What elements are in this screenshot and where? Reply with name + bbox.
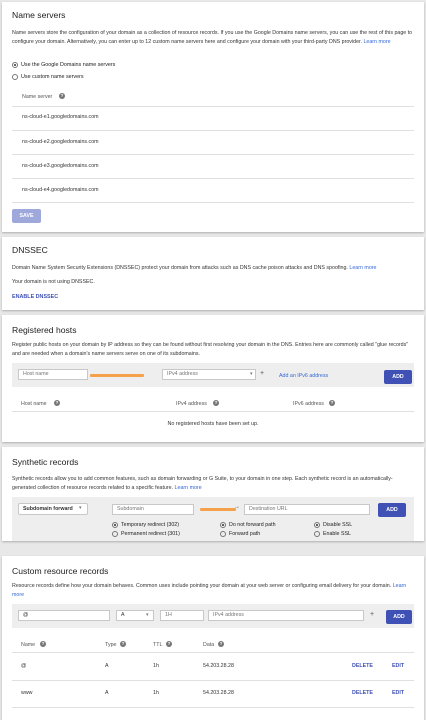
name-server-row-4: ns-cloud-e4.googledomains.com [22, 187, 99, 193]
ttl-column-header: TTL [153, 642, 163, 648]
ipv4-address-input[interactable]: IPv4 address [162, 369, 256, 380]
enable-ssl-label: Enable SSL [323, 531, 351, 537]
destination-url-input[interactable]: Destination URL [244, 504, 370, 515]
divider [12, 680, 414, 681]
add-field-plus[interactable]: + [370, 611, 374, 618]
radio-temporary-redirect[interactable] [112, 522, 118, 528]
do-not-forward-path-label: Do not forward path [229, 522, 276, 528]
chevron-down-icon: ▾ [250, 371, 253, 377]
record-type-select[interactable]: Subdomain forward ▾ [18, 503, 88, 515]
forward-path-label: Forward path [229, 531, 261, 537]
radio-do-not-forward-path[interactable] [220, 522, 226, 528]
host-name-input[interactable]: Host name [18, 369, 88, 380]
radio-custom-name-servers[interactable] [12, 74, 18, 80]
divider [12, 130, 414, 131]
name-server-column-header: Name server [22, 94, 53, 100]
divider [12, 106, 414, 107]
dnssec-description: Domain Name System Security Extensions (… [12, 265, 377, 271]
record-type-cell: A [105, 690, 109, 696]
enable-dnssec-button[interactable]: ENABLE DNSSEC [12, 294, 58, 300]
data-column-header: Data [203, 642, 215, 648]
add-host-button[interactable]: ADD [384, 370, 412, 384]
ipv4-column-header: IPv4 address [176, 401, 207, 407]
help-icon[interactable]: ? [54, 400, 60, 406]
divider [12, 154, 414, 155]
synthetic-records-title: Synthetic records [12, 457, 79, 467]
record-data-input[interactable]: IPv4 address [208, 610, 364, 621]
registered-hosts-card: Registered hosts Register public hosts o… [2, 315, 424, 442]
radio-permanent-redirect[interactable] [112, 531, 118, 537]
record-ttl-cell: 1h [153, 690, 159, 696]
synthetic-description: Synthetic records allow you to add commo… [12, 476, 393, 491]
synthetic-records-card: Synthetic records Synthetic records allo… [2, 447, 424, 541]
divider [12, 411, 414, 412]
custom-records-title: Custom resource records [12, 566, 109, 576]
chevron-down-icon: ▾ [146, 612, 149, 618]
help-icon[interactable]: ? [40, 641, 46, 647]
radio-enable-ssl[interactable] [314, 531, 320, 537]
disable-ssl-label: Disable SSL [323, 522, 353, 528]
record-name-cell: @ [21, 663, 27, 669]
help-icon[interactable]: ? [329, 400, 335, 406]
edit-record-button[interactable]: EDIT [392, 690, 404, 696]
help-icon[interactable]: ? [120, 641, 126, 647]
record-data-cell: 54.203.28.28 [203, 690, 234, 696]
registered-hosts-description: Register public hosts on your domain by … [12, 342, 409, 357]
dnssec-title: DNSSEC [12, 245, 48, 255]
redaction-mark [90, 374, 144, 377]
save-button[interactable]: SAVE [12, 209, 41, 223]
chevron-down-icon: ▾ [79, 505, 82, 511]
help-icon[interactable]: ? [166, 641, 172, 647]
ipv6-column-header: IPv6 address [293, 401, 324, 407]
dnssec-learn-more-link[interactable]: Learn more [349, 265, 376, 271]
radio-google-name-servers[interactable] [12, 62, 18, 68]
divider [12, 652, 414, 653]
custom-description: Resource records define how your domain … [12, 583, 407, 598]
redaction-mark [200, 508, 236, 511]
name-server-row-1: ns-cloud-e1.googledomains.com [22, 114, 99, 120]
temporary-redirect-label: Temporary redirect (302) [121, 522, 179, 528]
radio-disable-ssl[interactable] [314, 522, 320, 528]
host-name-column-header: Host name [21, 401, 47, 407]
record-name-cell: www [21, 690, 33, 696]
name-servers-learn-more-link[interactable]: Learn more [363, 39, 390, 45]
record-data-cell: 54.203.28.28 [203, 663, 234, 669]
radio-custom-label: Use custom name servers [21, 74, 84, 80]
divider [12, 202, 414, 203]
delete-record-button[interactable]: DELETE [352, 690, 373, 696]
add-synthetic-button[interactable]: ADD [378, 503, 406, 517]
record-type-cell: A [105, 663, 109, 669]
dnssec-card: DNSSEC Domain Name System Security Exten… [2, 237, 424, 310]
edit-record-button[interactable]: EDIT [392, 663, 404, 669]
ttl-input[interactable]: 1H [160, 610, 204, 621]
delete-record-button[interactable]: DELETE [352, 663, 373, 669]
type-column-header: Type [105, 642, 117, 648]
record-name-input[interactable]: @ [18, 610, 110, 621]
custom-records-card: Custom resource records Resource records… [2, 556, 424, 720]
record-ttl-cell: 1h [153, 663, 159, 669]
divider [12, 178, 414, 179]
synthetic-learn-more-link[interactable]: Learn more [175, 485, 202, 491]
help-icon[interactable]: ? [59, 93, 65, 99]
radio-forward-path[interactable] [220, 531, 226, 537]
empty-hosts-message: No registered hosts have been set up. [167, 421, 259, 427]
name-server-row-3: ns-cloud-e3.googledomains.com [22, 163, 99, 169]
help-icon[interactable]: ? [218, 641, 224, 647]
radio-google-label: Use the Google Domains name servers [21, 62, 116, 68]
name-server-row-2: ns-cloud-e2.googledomains.com [22, 139, 99, 145]
name-servers-title: Name servers [12, 10, 66, 20]
add-ipv6-link[interactable]: Add an IPv6 address [279, 373, 328, 379]
permanent-redirect-label: Permanent redirect (301) [121, 531, 180, 537]
name-servers-card: Name servers Name servers store the conf… [2, 2, 424, 232]
help-icon[interactable]: ? [213, 400, 219, 406]
arrow-icon: → [234, 504, 240, 510]
name-column-header: Name [21, 642, 36, 648]
dnssec-status: Your domain is not using DNSSEC. [12, 279, 95, 285]
subdomain-input[interactable]: Subdomain [112, 504, 194, 515]
registered-hosts-title: Registered hosts [12, 325, 77, 335]
name-servers-description: Name servers store the configuration of … [12, 30, 413, 45]
add-field-plus[interactable]: + [260, 370, 264, 377]
add-record-button[interactable]: ADD [386, 610, 412, 624]
divider [12, 707, 414, 708]
